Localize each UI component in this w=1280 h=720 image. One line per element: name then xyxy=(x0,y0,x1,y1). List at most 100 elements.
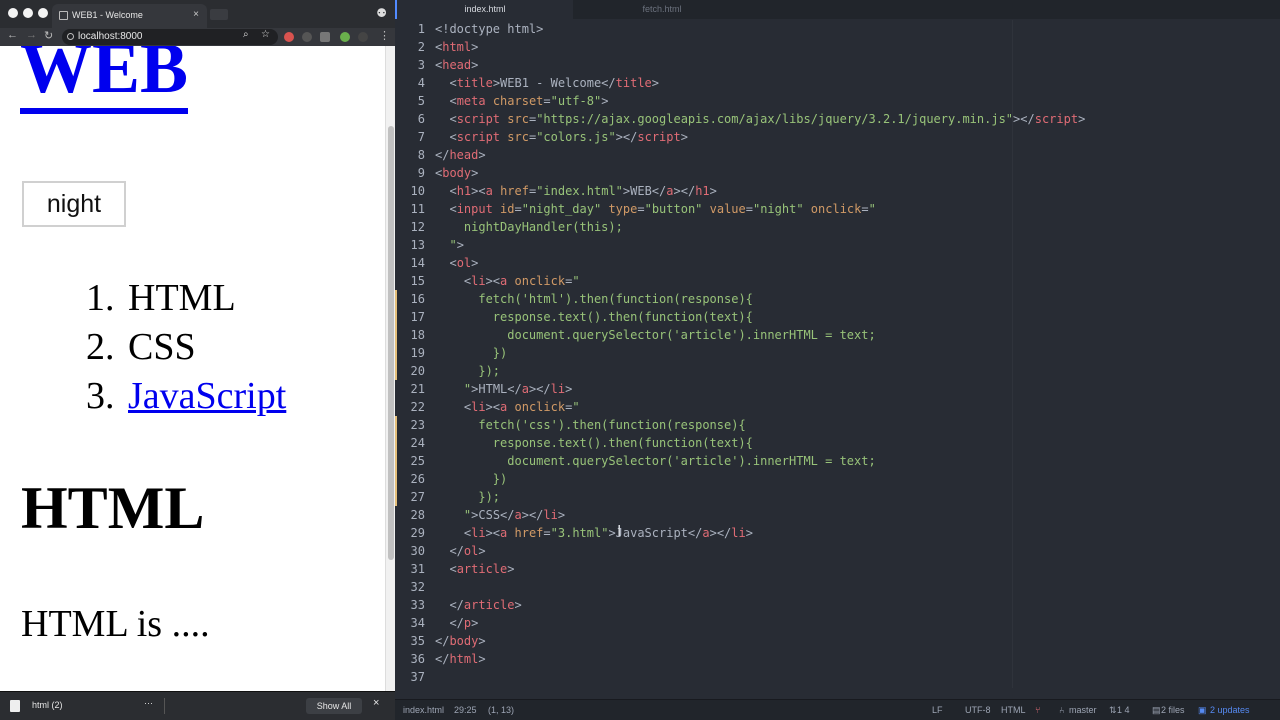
line-number[interactable]: 16 xyxy=(395,290,425,308)
line-number[interactable]: 4 xyxy=(395,74,425,92)
line-number[interactable]: 12 xyxy=(395,218,425,236)
line-number[interactable]: 25 xyxy=(395,452,425,470)
code-line[interactable]: 6 <script src="https://ajax.googleapis.c… xyxy=(395,110,1280,128)
code-line[interactable]: 5 <meta charset="utf-8"> xyxy=(395,92,1280,110)
tab-index-html[interactable]: index.html xyxy=(395,0,573,19)
code-line[interactable]: 21 ">HTML</a></li> xyxy=(395,380,1280,398)
status-cursor-position[interactable]: 29:25 xyxy=(454,700,477,720)
line-number[interactable]: 15 xyxy=(395,272,425,290)
bookmark-star-icon[interactable]: ☆ xyxy=(261,29,270,40)
show-all-button[interactable]: Show All xyxy=(306,698,362,714)
code-line[interactable]: 22 <li><a onclick=" xyxy=(395,398,1280,416)
line-number[interactable]: 18 xyxy=(395,326,425,344)
browser-tab[interactable]: WEB1 - Welcome × xyxy=(52,4,207,28)
download-bar-close-icon[interactable]: × xyxy=(373,697,379,709)
code-line[interactable]: 24 response.text().then(function(text){ xyxy=(395,434,1280,452)
status-updates[interactable]: 2 updates xyxy=(1210,700,1250,720)
status-line-ending[interactable]: LF xyxy=(932,700,943,720)
tab-fetch-html[interactable]: fetch.html xyxy=(573,0,751,19)
code-line[interactable]: 23 fetch('css').then(function(response){ xyxy=(395,416,1280,434)
status-branch[interactable]: master xyxy=(1069,700,1097,720)
site-info-icon[interactable] xyxy=(67,33,74,40)
code-line[interactable]: 8 </head> xyxy=(395,146,1280,164)
line-number[interactable]: 22 xyxy=(395,398,425,416)
line-number[interactable]: 20 xyxy=(395,362,425,380)
page-scrollbar[interactable] xyxy=(385,46,395,691)
nav-link-javascript[interactable]: JavaScript xyxy=(128,375,286,417)
line-number[interactable]: 17 xyxy=(395,308,425,326)
code-line[interactable]: 19 }) xyxy=(395,344,1280,362)
extension-icon[interactable] xyxy=(320,32,330,42)
code-line[interactable]: 33 </article> xyxy=(395,596,1280,614)
code-line[interactable]: 12 nightDayHandler(this); xyxy=(395,218,1280,236)
extension-icon[interactable] xyxy=(284,32,294,42)
line-number[interactable]: 37 xyxy=(395,668,425,686)
code-line[interactable]: 1 <!doctype html> xyxy=(395,20,1280,38)
code-line[interactable]: 37 xyxy=(395,668,1280,686)
code-line[interactable]: 31 <article> xyxy=(395,560,1280,578)
close-window-button[interactable] xyxy=(8,8,18,18)
code-line[interactable]: 11 <input id="night_day" type="button" v… xyxy=(395,200,1280,218)
line-number[interactable]: 7 xyxy=(395,128,425,146)
line-number[interactable]: 9 xyxy=(395,164,425,182)
code-line[interactable]: 29 <li><a href="3.html">JavaScript</a></… xyxy=(395,524,1280,542)
extension-icon[interactable] xyxy=(340,32,350,42)
line-number[interactable]: 23 xyxy=(395,416,425,434)
maximize-window-button[interactable] xyxy=(38,8,48,18)
line-number[interactable]: 1 xyxy=(395,20,425,38)
nav-link-css[interactable]: CSS xyxy=(128,326,196,368)
line-number[interactable]: 11 xyxy=(395,200,425,218)
code-line[interactable]: 4 <title>WEB1 - Welcome</title> xyxy=(395,74,1280,92)
status-sync[interactable]: 1 4 xyxy=(1117,700,1130,720)
code-line[interactable]: 35 </body> xyxy=(395,632,1280,650)
zoom-icon[interactable]: ⌕ xyxy=(243,29,249,40)
code-line[interactable]: 30 </ol> xyxy=(395,542,1280,560)
line-number[interactable]: 14 xyxy=(395,254,425,272)
line-number[interactable]: 3 xyxy=(395,56,425,74)
line-number[interactable]: 29 xyxy=(395,524,425,542)
line-number[interactable]: 24 xyxy=(395,434,425,452)
line-number[interactable]: 27 xyxy=(395,488,425,506)
code-area[interactable]: 1 <!doctype html> 2 <html> 3 <head> 4 <title>W… xyxy=(395,20,1280,688)
code-line[interactable]: 18 document.querySelector('article').inn… xyxy=(395,326,1280,344)
download-file-name[interactable]: html (2) xyxy=(32,700,63,710)
line-number[interactable]: 6 xyxy=(395,110,425,128)
line-number[interactable]: 21 xyxy=(395,380,425,398)
line-number[interactable]: 26 xyxy=(395,470,425,488)
code-line[interactable]: 34 </p> xyxy=(395,614,1280,632)
code-line[interactable]: 3 <head> xyxy=(395,56,1280,74)
extension-icon[interactable] xyxy=(302,32,312,42)
nav-link-html[interactable]: HTML xyxy=(128,277,236,319)
status-files[interactable]: 2 files xyxy=(1161,700,1185,720)
code-line[interactable]: 20 }); xyxy=(395,362,1280,380)
line-number[interactable]: 35 xyxy=(395,632,425,650)
status-encoding[interactable]: UTF-8 xyxy=(965,700,991,720)
code-line[interactable]: 27 }); xyxy=(395,488,1280,506)
line-number[interactable]: 19 xyxy=(395,344,425,362)
line-number[interactable]: 31 xyxy=(395,560,425,578)
tab-close-icon[interactable]: × xyxy=(193,4,199,26)
code-line[interactable]: 9 <body> xyxy=(395,164,1280,182)
code-line[interactable]: 15 <li><a onclick=" xyxy=(395,272,1280,290)
line-number[interactable]: 28 xyxy=(395,506,425,524)
code-line[interactable]: 25 document.querySelector('article').inn… xyxy=(395,452,1280,470)
code-line[interactable]: 36 </html> xyxy=(395,650,1280,668)
line-number[interactable]: 2 xyxy=(395,38,425,56)
download-more-button[interactable]: ··· xyxy=(144,698,153,708)
line-number[interactable]: 33 xyxy=(395,596,425,614)
line-number[interactable]: 36 xyxy=(395,650,425,668)
night-day-button[interactable]: night xyxy=(22,181,126,227)
code-line[interactable]: 13 "> xyxy=(395,236,1280,254)
browser-menu-icon[interactable]: ⋮ xyxy=(379,29,390,42)
code-line[interactable]: 26 }) xyxy=(395,470,1280,488)
line-number[interactable]: 5 xyxy=(395,92,425,110)
forward-arrow-icon[interactable]: → xyxy=(26,29,37,41)
reload-icon[interactable]: ↻ xyxy=(44,29,53,42)
extension-icon[interactable] xyxy=(358,32,368,42)
code-line[interactable]: 32 xyxy=(395,578,1280,596)
line-number[interactable]: 10 xyxy=(395,182,425,200)
line-number[interactable]: 13 xyxy=(395,236,425,254)
scrollbar-thumb[interactable] xyxy=(388,126,394,560)
back-arrow-icon[interactable]: ← xyxy=(7,29,18,41)
line-number[interactable]: 30 xyxy=(395,542,425,560)
